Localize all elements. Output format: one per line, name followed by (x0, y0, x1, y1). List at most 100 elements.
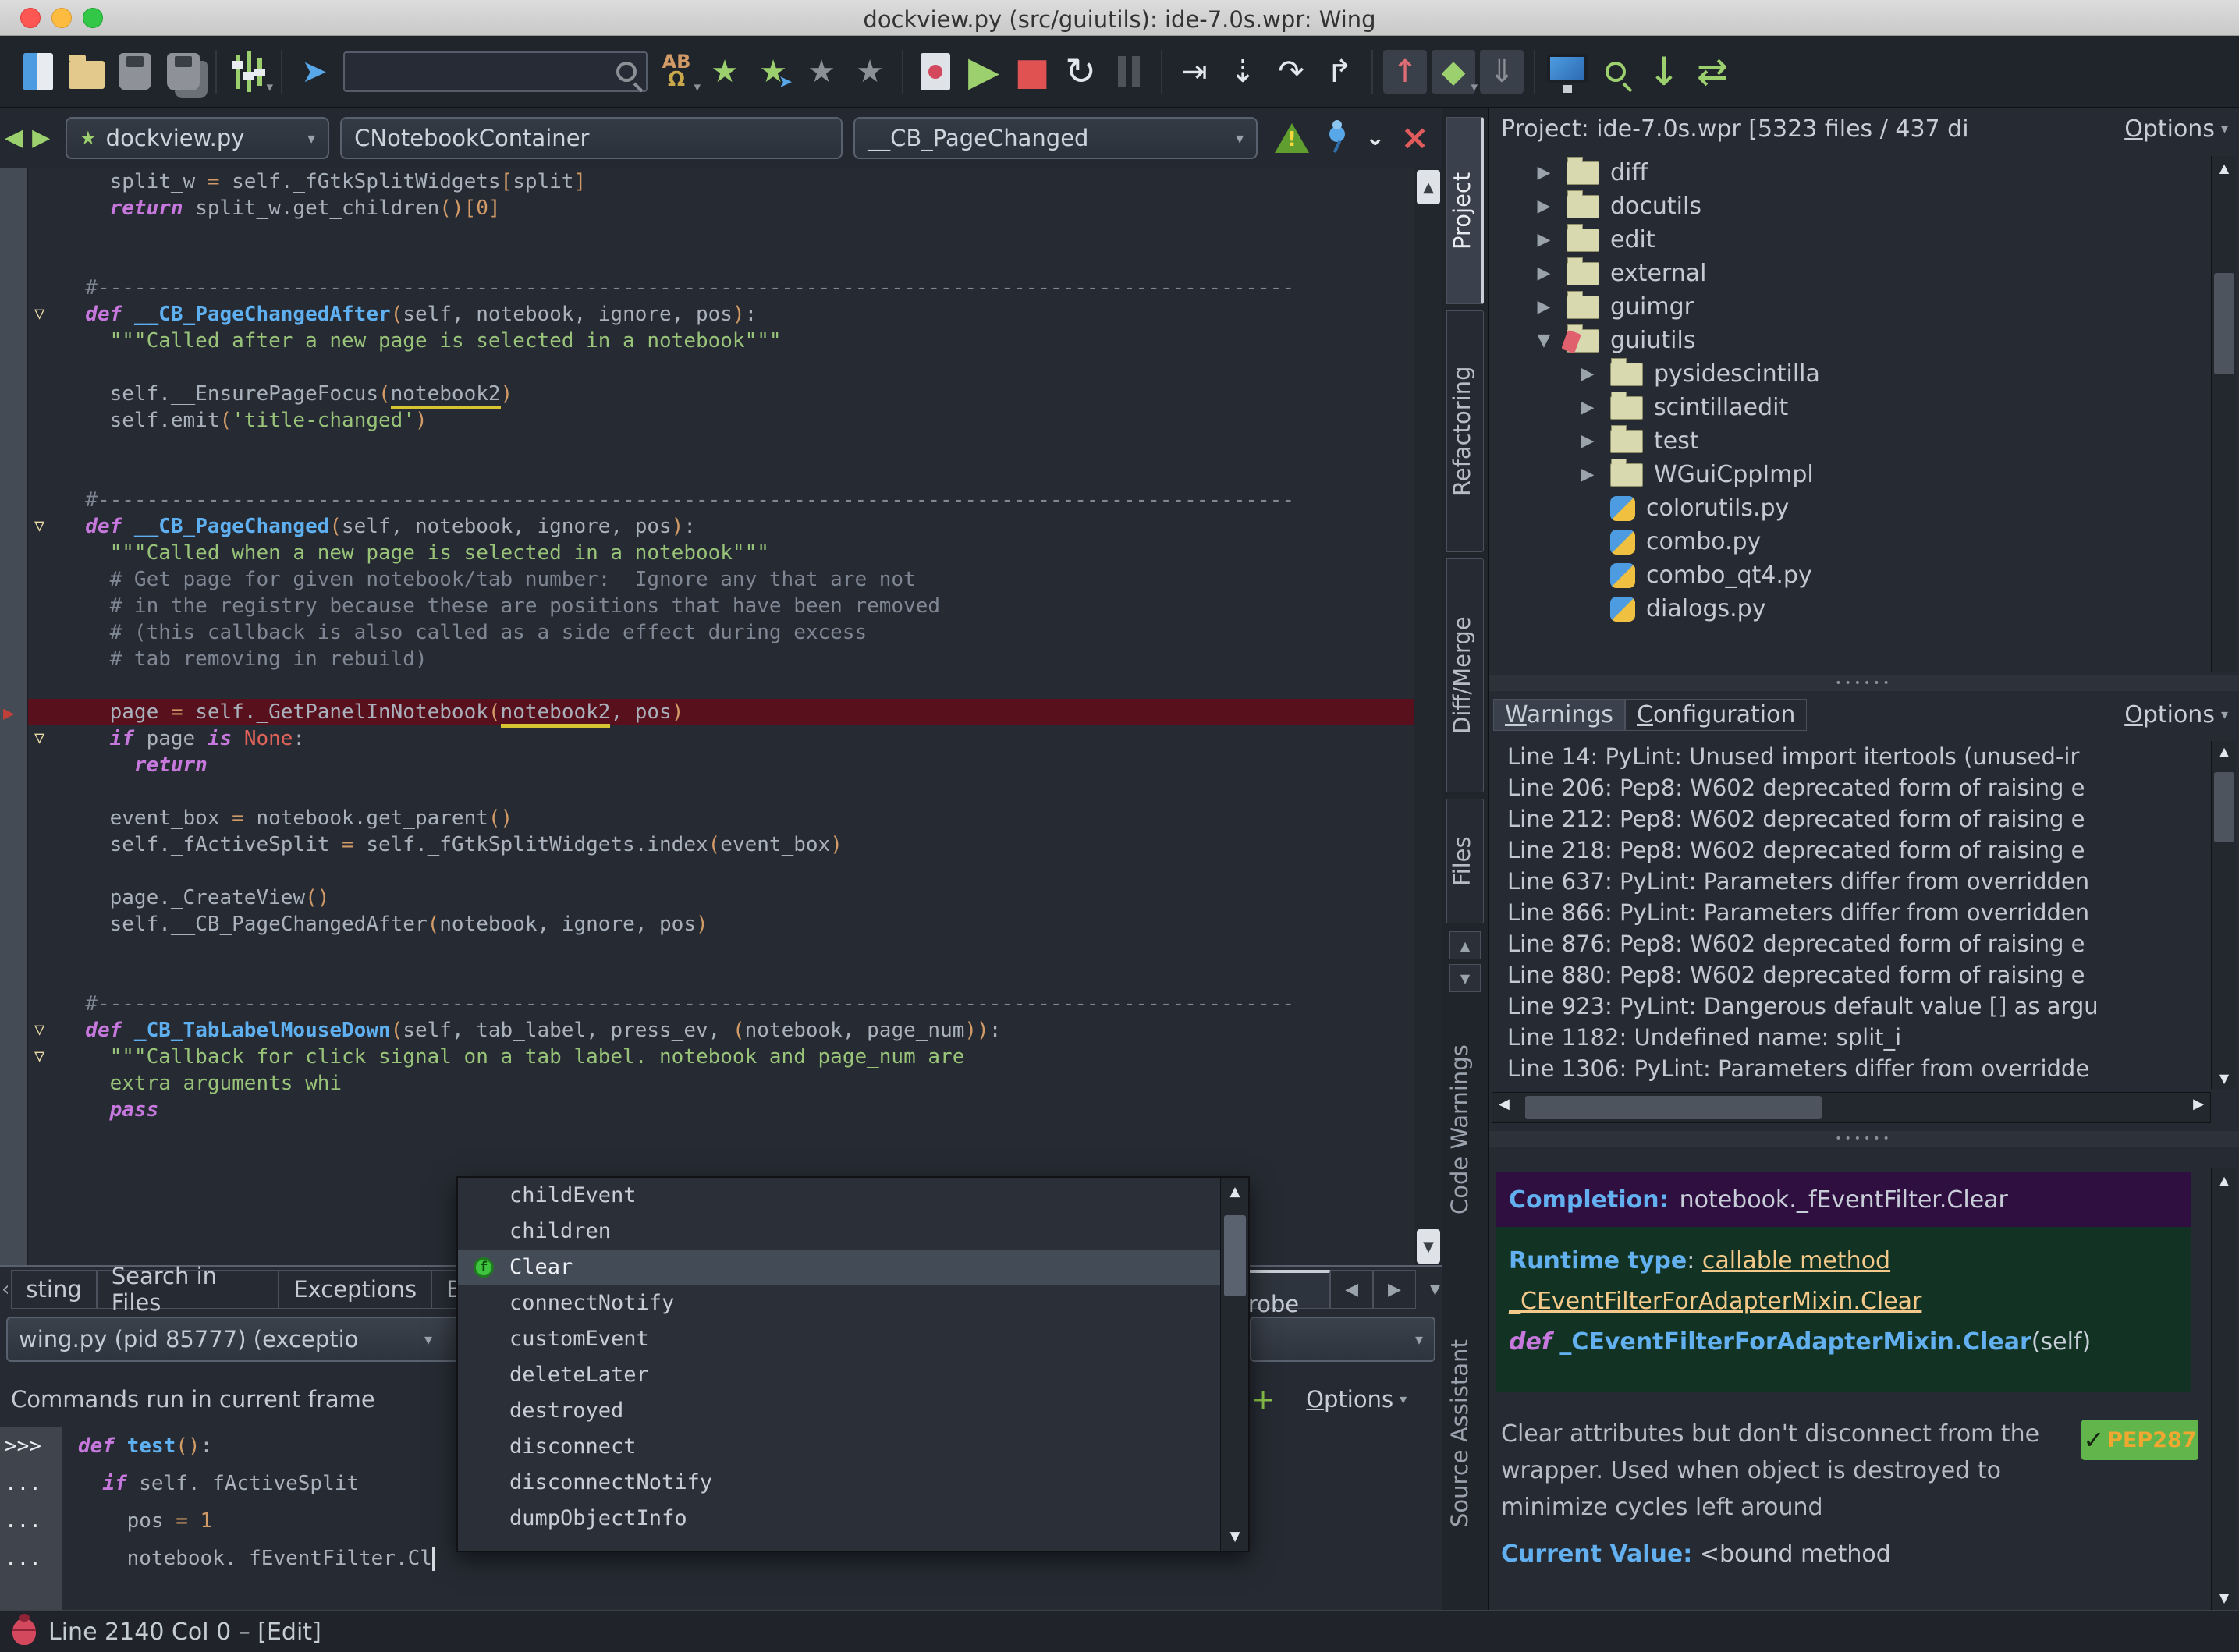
expand-icon[interactable]: ▶ (1576, 431, 1599, 451)
step-over-icon[interactable]: ↷ (1267, 47, 1315, 97)
bug-icon[interactable] (12, 1618, 36, 1645)
warnings-list[interactable]: Line 14: PyLint: Unused import itertools… (1492, 741, 2211, 1089)
tree-item-guiutils[interactable]: ▼guiutils (1489, 324, 2211, 357)
fold-icon[interactable]: ▽ (34, 301, 44, 328)
pause-icon[interactable] (1105, 47, 1153, 97)
scroll-right-icon[interactable]: ▶ (2193, 1096, 2204, 1112)
expand-icon[interactable]: ▶ (1576, 398, 1599, 417)
autocomplete-item[interactable]: dumpObjectInfo (458, 1501, 1248, 1537)
scroll-up-icon[interactable]: ▲ (2212, 744, 2237, 759)
step-out-icon[interactable]: ↱ (1315, 47, 1364, 97)
debug-run-icon[interactable]: ▶ (960, 47, 1008, 97)
editor-vertical-scrollbar[interactable]: ▲ ▼ (1414, 168, 1442, 1265)
debug-probe-right-dropdown[interactable]: ▾ (1250, 1317, 1435, 1362)
tab-scroll-back-button[interactable]: ◀ (1330, 1270, 1373, 1309)
save-all-icon[interactable] (159, 47, 208, 97)
tree-item-test[interactable]: ▶test (1489, 424, 2211, 458)
project-options-button[interactable]: Options▾ (2124, 115, 2228, 143)
tree-item-colorutils.py[interactable]: colorutils.py (1489, 491, 2211, 525)
tree-item-external[interactable]: ▶external (1489, 257, 2211, 290)
warning-row[interactable]: Line 1182: Undefined name: split_i (1492, 1022, 2211, 1053)
autocomplete-item[interactable]: childEvent (458, 1178, 1248, 1214)
warnings-scrollbar[interactable]: ▲ ▼ (2211, 741, 2236, 1089)
tab-strip-up-icon[interactable]: ▲ (1449, 931, 1481, 959)
scroll-left-icon[interactable]: ◀ (1499, 1096, 1510, 1112)
runtime-type-link[interactable]: callable method (1702, 1247, 1890, 1274)
tree-item-guimgr[interactable]: ▶guimgr (1489, 290, 2211, 324)
autocomplete-item[interactable]: customEvent (458, 1321, 1248, 1357)
expand-icon[interactable]: ▶ (1532, 264, 1556, 283)
tree-item-scintillaedit[interactable]: ▶scintillaedit (1489, 391, 2211, 424)
project-tree[interactable]: ▶diff▶docutils▶edit▶external▶guimgr▼guiu… (1489, 156, 2211, 672)
autocomplete-item[interactable]: destroyed (458, 1393, 1248, 1429)
prev-bookmark-icon[interactable]: ★ (797, 47, 846, 97)
scroll-up-icon[interactable]: ▲ (2212, 1173, 2237, 1188)
popup-scrollbar[interactable]: ▲ ▼ (1220, 1178, 1248, 1551)
method-dropdown[interactable]: __CB_PageChanged ▾ (853, 117, 1258, 159)
autocomplete-item[interactable]: fClear (458, 1250, 1248, 1285)
tree-item-dialogs.py[interactable]: dialogs.py (1489, 592, 2211, 626)
python-shell-icon[interactable] (1543, 47, 1591, 97)
scroll-up-icon[interactable]: ▲ (1417, 170, 1440, 204)
sidebar-tab-diff-merge[interactable]: Diff/Merge (1446, 558, 1484, 792)
file-dropdown[interactable]: ★ dockview.py ▾ (66, 117, 329, 159)
expand-icon[interactable]: ▶ (1532, 297, 1556, 317)
tree-item-combo_qt4.py[interactable]: combo_qt4.py (1489, 558, 2211, 592)
expand-icon[interactable]: ▶ (1576, 364, 1599, 384)
probe-options-button[interactable]: Options▾ (1306, 1386, 1407, 1413)
fold-icon[interactable]: ▽ (34, 1017, 44, 1044)
breakpoint-icon[interactable] (911, 47, 960, 97)
autocomplete-item[interactable]: deleteLater (458, 1357, 1248, 1393)
toolbar-search-input[interactable] (343, 51, 648, 92)
warning-row[interactable]: Line 206: Pep8: W602 deprecated form of … (1492, 772, 2211, 803)
warning-row[interactable]: Line 212: Pep8: W602 deprecated form of … (1492, 803, 2211, 835)
warning-row[interactable]: Line 218: Pep8: W602 deprecated form of … (1492, 835, 2211, 866)
debug-position-icon[interactable]: ▶ (3, 700, 14, 726)
tab-strip-down-icon[interactable]: ▼ (1449, 964, 1481, 992)
warning-row[interactable]: Line 923: PyLint: Dangerous default valu… (1492, 991, 2211, 1022)
warnings-horizontal-scrollbar[interactable]: ◀ ▶ (1492, 1092, 2211, 1123)
search-code-icon[interactable] (1591, 47, 1640, 97)
select-cursor-icon[interactable]: ➤ (290, 47, 339, 97)
tree-item-WGuiCppImpl[interactable]: ▶WGuiCppImpl (1489, 458, 2211, 491)
warnings-scroll-thumb[interactable] (2214, 772, 2234, 842)
next-bookmark-icon[interactable]: ★ (846, 47, 894, 97)
scroll-down-icon[interactable]: ▼ (2212, 1071, 2237, 1086)
expand-icon[interactable]: ▶ (1576, 465, 1599, 484)
new-file-icon[interactable] (14, 47, 62, 97)
step-into-icon[interactable]: ⇣ (1219, 47, 1267, 97)
warning-row[interactable]: Line 880: Pep8: W602 deprecated form of … (1492, 959, 2211, 991)
warning-row[interactable]: Line 1306: PyLint: Parameters differ fro… (1492, 1053, 2211, 1084)
scroll-down-icon[interactable]: ▼ (1221, 1529, 1249, 1544)
runtime-class-link[interactable]: _CEventFilterForAdapterMixin.Clear (1509, 1288, 1921, 1315)
nav-back-icon[interactable]: ◀ (5, 124, 23, 151)
fold-icon[interactable]: ▽ (34, 513, 44, 540)
tree-item-pysidescintilla[interactable]: ▶pysidescintilla (1489, 357, 2211, 391)
goto-definition-icon[interactable]: ↓ (1640, 47, 1688, 97)
warnings-indicator-icon[interactable] (1275, 123, 1309, 153)
debug-process-dropdown[interactable]: wing.py (pid 85777) (exceptio ▾ (6, 1317, 459, 1362)
open-file-icon[interactable] (62, 47, 111, 97)
search-replace-icon[interactable]: ABΩ▾ (652, 47, 701, 97)
panel-splitter[interactable]: •••••• (1489, 675, 2239, 691)
frame-up-icon[interactable]: ↑ (1381, 47, 1429, 97)
warnings-options-button[interactable]: Options▾ (2124, 701, 2228, 729)
project-scrollbar[interactable]: ▲ (2211, 156, 2236, 672)
warning-row[interactable]: Line 14: PyLint: Unused import itertools… (1492, 741, 2211, 772)
tree-item-diff[interactable]: ▶diff (1489, 156, 2211, 190)
tree-item-docutils[interactable]: ▶docutils (1489, 190, 2211, 223)
scroll-up-icon[interactable]: ▲ (2212, 161, 2237, 175)
indentation-icon[interactable]: ▾ (225, 47, 273, 97)
class-dropdown[interactable]: CNotebookContainer (340, 117, 843, 159)
close-editor-icon[interactable]: × (1400, 121, 1429, 155)
assistant-scrollbar[interactable]: ▲ ▼ (2211, 1168, 2236, 1610)
bookmark-icon[interactable]: ★ (701, 47, 749, 97)
pin-icon[interactable] (1329, 126, 1345, 142)
autocomplete-item[interactable]: children (458, 1214, 1248, 1250)
tab-exceptions[interactable]: Exceptions (279, 1270, 431, 1309)
warning-row[interactable]: Line 637: PyLint: Parameters differ from… (1492, 866, 2211, 897)
debug-stop-icon[interactable]: ■ (1008, 47, 1056, 97)
expand-icon[interactable]: ▶ (1532, 163, 1556, 183)
fold-icon[interactable]: ▽ (34, 725, 44, 752)
warnings-hscroll-thumb[interactable] (1525, 1096, 1822, 1119)
